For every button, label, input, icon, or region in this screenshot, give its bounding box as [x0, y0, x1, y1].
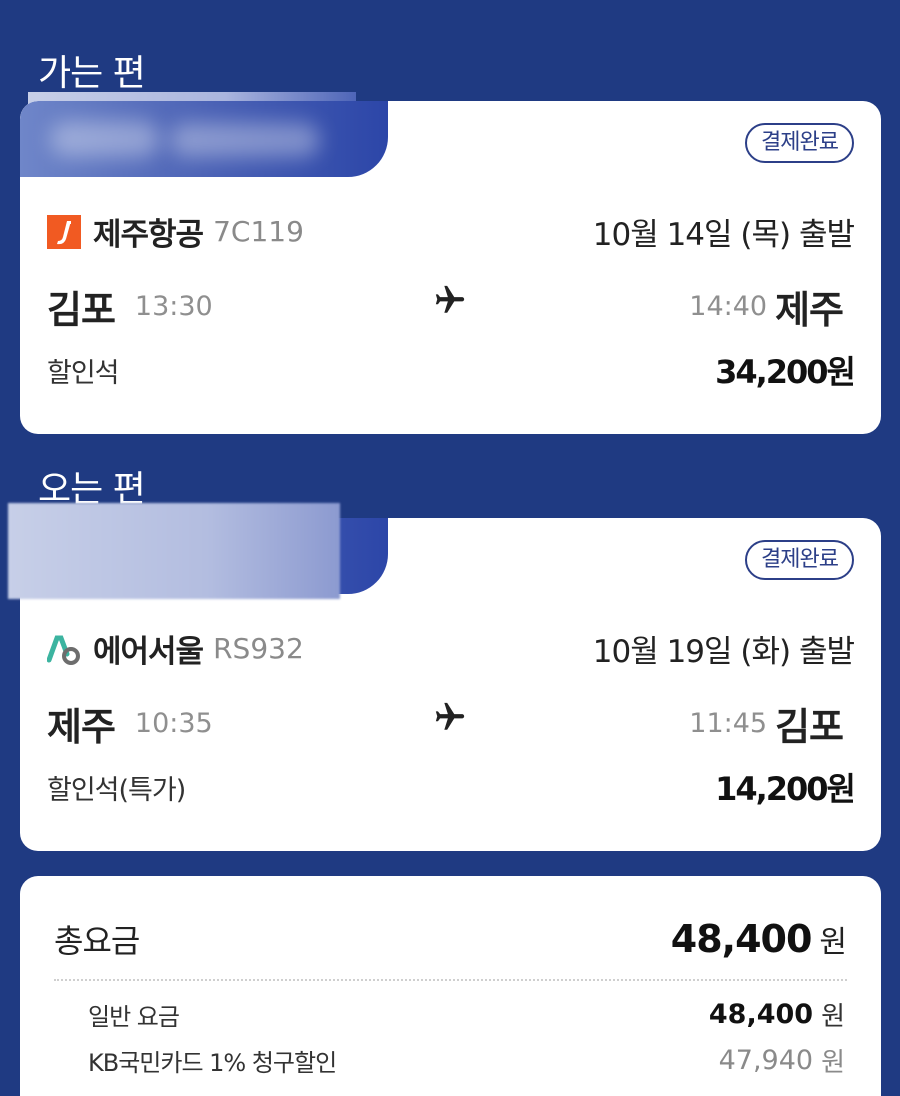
destination-city: 제주 — [775, 288, 844, 332]
outbound-section-title: 가는 편 — [38, 53, 146, 94]
destination-city: 김포 — [775, 705, 844, 749]
flight-number: 7C119 — [213, 215, 304, 248]
departure-time: 13:30 — [134, 291, 213, 322]
airplane-icon — [435, 285, 465, 313]
total-fare-unit: 원 — [819, 925, 847, 960]
seat-class: 할인석(특가) — [47, 774, 186, 806]
airline-name: 에어서울 — [93, 634, 204, 670]
fare-line-label: KB국민카드 1% 청구할인 — [88, 1049, 337, 1077]
card-header-tab — [20, 101, 388, 177]
fare-line-unit: 원 — [821, 1048, 845, 1078]
fare-summary-card: 총요금 48,400 원 일반 요금 48,400 원 KB국민카드 1% 청구… — [20, 876, 881, 1096]
total-fare-value: 48,400 — [670, 917, 813, 961]
fare-line: KB국민카드 1% 청구할인 47,940 원 — [20, 1042, 881, 1079]
redacted-text — [50, 121, 160, 157]
payment-status-badge: 결제완료 — [745, 540, 854, 580]
departure-date: 10월 14일 (목) 출발 — [592, 217, 855, 253]
airline-name: 제주항공 — [93, 217, 204, 253]
flight-number: RS932 — [213, 632, 304, 665]
origin-city: 김포 — [47, 288, 116, 332]
fare-line: 일반 요금 48,400 원 — [20, 996, 881, 1033]
outbound-flight-card[interactable]: 결제완료 제주항공 7C119 10월 14일 (목) 출발 김포 13:30 … — [20, 101, 881, 434]
total-fare-label: 총요금 — [54, 922, 140, 960]
arrival-time: 14:40 — [689, 291, 768, 322]
fare-price: 14,200원 — [715, 770, 856, 808]
fare-line-value: 48,400 — [708, 999, 814, 1030]
fare-price: 34,200원 — [715, 353, 856, 391]
payment-status-badge: 결제완료 — [745, 123, 854, 163]
fare-line-unit: 원 — [821, 1002, 845, 1032]
airplane-icon — [435, 702, 465, 730]
fare-line-value: 47,940 — [718, 1045, 814, 1076]
arrival-time: 11:45 — [689, 708, 768, 739]
redacted-text — [170, 123, 320, 157]
jeju-air-logo-icon — [47, 214, 81, 249]
departure-time: 10:35 — [134, 708, 213, 739]
origin-city: 제주 — [47, 705, 116, 749]
fare-line-label: 일반 요금 — [88, 1003, 180, 1031]
air-seoul-logo-icon — [46, 632, 81, 666]
redacted-area — [8, 503, 340, 599]
departure-date: 10월 19일 (화) 출발 — [592, 634, 855, 670]
divider — [54, 979, 847, 981]
seat-class: 할인석 — [47, 357, 120, 389]
